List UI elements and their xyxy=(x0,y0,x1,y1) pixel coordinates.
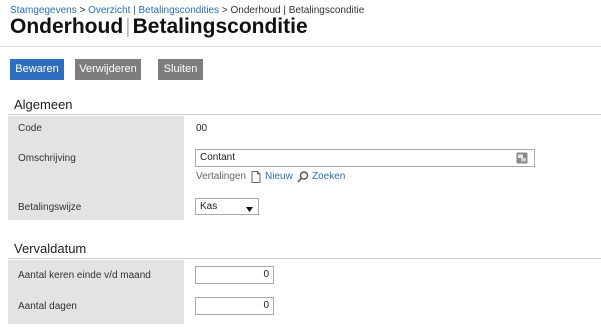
betalingswijze-label: Betalingswijze xyxy=(18,202,82,213)
page-title-sub: Betalingsconditie xyxy=(132,15,308,38)
header-divider xyxy=(0,46,601,47)
aantal-dagen-value: 0 xyxy=(263,300,269,311)
section-algemeen-heading: Algemeen xyxy=(14,97,73,112)
new-translation-link[interactable]: Nieuw xyxy=(265,171,293,182)
section-divider xyxy=(8,258,601,259)
magnifier-icon[interactable] xyxy=(297,170,309,183)
aantal-keren-value: 0 xyxy=(263,269,269,280)
omschrijving-value: Contant xyxy=(200,152,236,163)
document-icon[interactable] xyxy=(251,170,261,183)
section-vervaldatum-heading: Vervaldatum xyxy=(14,241,87,256)
save-button[interactable]: Bewaren xyxy=(10,59,64,80)
omschrijving-field[interactable]: Contant xyxy=(195,149,535,167)
close-button[interactable]: Sluiten xyxy=(158,59,203,80)
search-translation-link[interactable]: Zoeken xyxy=(312,171,345,182)
betalingswijze-select[interactable]: Kas xyxy=(195,198,259,215)
page-title-main: Onderhoud xyxy=(10,15,124,38)
delete-button[interactable]: Verwijderen xyxy=(75,59,141,80)
page-title: Onderhoud|Betalingsconditie xyxy=(10,15,308,39)
aantal-dagen-label: Aantal dagen xyxy=(18,301,77,312)
betalingswijze-value: Kas xyxy=(200,201,218,212)
aantal-dagen-field[interactable]: 0 xyxy=(195,297,274,315)
translations-label: Vertalingen xyxy=(196,171,247,182)
code-value: 00 xyxy=(196,123,208,134)
translate-icon[interactable] xyxy=(516,152,528,164)
caret-down-icon xyxy=(246,204,253,212)
section-divider xyxy=(8,114,601,115)
aantal-keren-field[interactable]: 0 xyxy=(195,266,274,284)
page-title-separator: | xyxy=(125,15,131,38)
code-label: Code xyxy=(18,123,42,134)
omschrijving-label: Omschrijving xyxy=(18,153,76,164)
aantal-keren-label: Aantal keren einde v/d maand xyxy=(18,270,151,281)
